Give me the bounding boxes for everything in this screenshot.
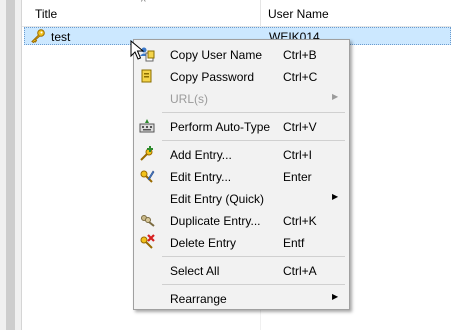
menu-item-label: Copy User Name bbox=[170, 48, 263, 62]
menu-item-label: Add Entry... bbox=[170, 148, 232, 162]
menu-item-label: Select All bbox=[170, 264, 220, 278]
submenu-arrow-icon: ▶ bbox=[332, 192, 339, 201]
menu-item-label: Edit Entry... bbox=[170, 170, 232, 184]
key-icon bbox=[30, 29, 46, 44]
menu-item-add-entry[interactable]: Add Entry... Ctrl+I bbox=[136, 143, 347, 165]
menu-item-edit-entry-quick[interactable]: Edit Entry (Quick) ▶ bbox=[136, 187, 347, 209]
menu-item-delete-entry[interactable]: Delete Entry Entf bbox=[136, 231, 347, 253]
list-header: ^ Title User Name bbox=[22, 0, 451, 27]
menu-item-select-all[interactable]: Select All Ctrl+A bbox=[136, 259, 347, 281]
submenu-arrow-icon: ▶ bbox=[332, 92, 339, 101]
edit-entry-icon bbox=[139, 168, 155, 184]
column-title-label: Title bbox=[35, 7, 58, 21]
menu-item-label: Perform Auto-Type bbox=[170, 120, 271, 134]
menu-item-shortcut: Ctrl+B bbox=[283, 48, 317, 62]
menu-item-rearrange[interactable]: Rearrange ▶ bbox=[136, 287, 347, 309]
column-header-title[interactable]: ^ Title bbox=[22, 0, 261, 26]
column-header-user-name[interactable]: User Name bbox=[262, 0, 451, 26]
menu-item-shortcut: Ctrl+A bbox=[283, 264, 317, 278]
left-panel-strip bbox=[0, 0, 22, 330]
submenu-arrow-icon: ▶ bbox=[332, 292, 339, 301]
menu-item-shortcut: Ctrl+I bbox=[283, 148, 313, 162]
menu-item-label: Edit Entry (Quick) bbox=[170, 192, 265, 206]
sort-ascending-icon: ^ bbox=[141, 0, 146, 8]
menu-item-shortcut: Ctrl+V bbox=[283, 120, 317, 134]
menu-item-label: Copy Password bbox=[170, 70, 255, 84]
menu-item-duplicate-entry[interactable]: Duplicate Entry... Ctrl+K bbox=[136, 209, 347, 231]
add-entry-icon bbox=[139, 146, 155, 162]
menu-item-copy-password[interactable]: Copy Password Ctrl+C bbox=[136, 65, 347, 87]
entry-title: test bbox=[51, 30, 71, 44]
column-user-name-label: User Name bbox=[268, 7, 329, 21]
menu-item-urls[interactable]: URL(s) ▶ bbox=[136, 87, 347, 109]
menu-item-shortcut: Enter bbox=[283, 170, 312, 184]
delete-entry-icon bbox=[139, 234, 155, 250]
context-menu: Copy User Name Ctrl+B Copy Password Ctrl… bbox=[133, 39, 350, 310]
menu-item-perform-auto-type[interactable]: Perform Auto-Type Ctrl+V bbox=[136, 115, 347, 137]
menu-item-copy-user-name[interactable]: Copy User Name Ctrl+B bbox=[136, 43, 347, 65]
menu-item-shortcut: Ctrl+C bbox=[283, 70, 318, 84]
menu-separator bbox=[162, 256, 345, 257]
menu-item-shortcut: Ctrl+K bbox=[283, 214, 317, 228]
menu-separator bbox=[162, 112, 345, 113]
duplicate-entry-icon bbox=[139, 212, 155, 228]
menu-item-label: Rearrange bbox=[170, 292, 227, 306]
menu-item-label: URL(s) bbox=[170, 92, 208, 106]
left-scrollbar[interactable] bbox=[6, 0, 15, 330]
menu-item-label: Duplicate Entry... bbox=[170, 214, 261, 228]
menu-item-edit-entry[interactable]: Edit Entry... Enter bbox=[136, 165, 347, 187]
copy-password-icon bbox=[139, 68, 155, 84]
menu-item-shortcut: Entf bbox=[283, 236, 305, 250]
menu-item-label: Delete Entry bbox=[170, 236, 237, 250]
auto-type-icon bbox=[139, 118, 155, 134]
menu-separator bbox=[162, 284, 345, 285]
mouse-cursor-icon bbox=[130, 39, 148, 62]
menu-separator bbox=[162, 140, 345, 141]
